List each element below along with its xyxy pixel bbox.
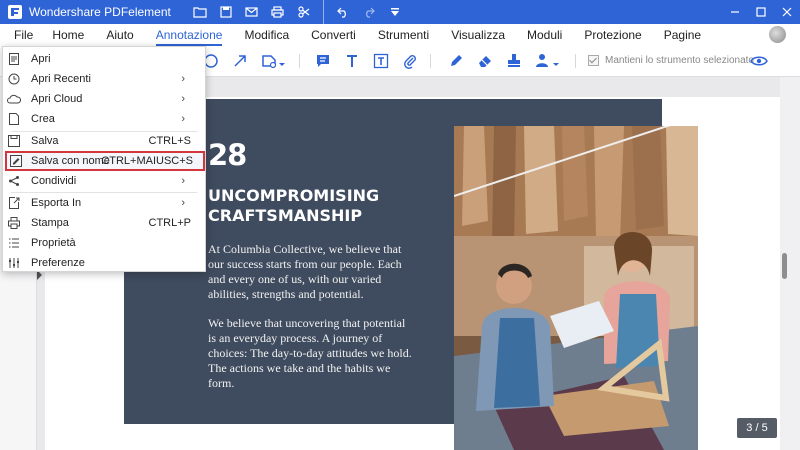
print-icon	[7, 216, 21, 230]
chevron-right-icon: ›	[181, 197, 185, 209]
file-menu-dropdown: Apri Apri Recenti › Apri Cloud › Crea › …	[2, 46, 206, 272]
menu-pages[interactable]: Pagine	[653, 24, 712, 46]
toolbar-divider	[299, 54, 300, 68]
menu-forms[interactable]: Moduli	[516, 24, 573, 46]
eye-icon[interactable]	[750, 52, 768, 70]
menu-item-print[interactable]: Stampa CTRL+P	[3, 213, 205, 233]
share-icon	[7, 174, 21, 188]
text-box-icon[interactable]	[372, 52, 390, 70]
cloud-icon	[7, 92, 21, 106]
mail-icon[interactable]	[239, 0, 265, 24]
print-icon[interactable]	[265, 0, 291, 24]
maximize-button[interactable]	[748, 0, 774, 24]
scissors-icon[interactable]	[291, 0, 317, 24]
menu-item-open-recent[interactable]: Apri Recenti ›	[3, 69, 205, 89]
attachment-icon[interactable]	[401, 52, 419, 70]
keep-tool-checkbox[interactable]	[588, 55, 599, 66]
arrow-tool-icon[interactable]	[231, 52, 249, 70]
redo-icon[interactable]	[356, 0, 382, 24]
minimize-button[interactable]	[722, 0, 748, 24]
open-folder-icon[interactable]	[187, 0, 213, 24]
menu-item-open[interactable]: Apri	[3, 49, 205, 69]
scrollbar-thumb[interactable]	[782, 253, 787, 279]
undo-icon[interactable]	[330, 0, 356, 24]
menu-bar: File Home Aiuto Annotazione Modifica Con…	[0, 24, 800, 46]
chevron-right-icon: ›	[181, 175, 185, 187]
page-heading: UNCOMPROMISING CRAFTSMANSHIP	[208, 186, 380, 225]
page-indicator: 3 / 5	[737, 418, 777, 438]
comment-icon[interactable]	[314, 52, 332, 70]
menu-home[interactable]: Home	[41, 24, 95, 46]
text-tool-icon[interactable]	[343, 52, 361, 70]
signature-dropdown-icon[interactable]	[534, 52, 560, 70]
menu-protection[interactable]: Protezione	[573, 24, 652, 46]
menu-convert[interactable]: Converti	[300, 24, 367, 46]
toolbar-divider	[575, 54, 576, 68]
shape-dropdown-icon[interactable]	[260, 52, 286, 70]
menu-file[interactable]: File	[0, 24, 41, 46]
chevron-right-icon: ›	[181, 113, 185, 125]
menu-item-preferences[interactable]: Preferenze	[3, 253, 205, 273]
pen-icon[interactable]	[447, 52, 465, 70]
menu-item-save-as[interactable]: Salva con nome CTRL+MAIUSC+S	[5, 151, 205, 171]
new-file-icon	[7, 112, 21, 126]
chevron-right-icon: ›	[181, 93, 185, 105]
menu-tools[interactable]: Strumenti	[367, 24, 440, 46]
page-paragraph-1: At Columbia Collective, we believe that …	[208, 242, 402, 301]
menu-help[interactable]: Aiuto	[95, 24, 144, 46]
menu-item-export[interactable]: Esporta In ›	[3, 193, 205, 213]
open-file-icon	[7, 52, 21, 66]
list-icon	[7, 236, 21, 250]
sliders-icon	[7, 256, 21, 270]
save-icon	[7, 134, 21, 148]
app-logo-icon	[7, 4, 23, 20]
menu-edit[interactable]: Modifica	[233, 24, 300, 46]
keep-tool-label: Mantieni lo strumento selezionato	[605, 55, 754, 66]
menu-item-save[interactable]: Salva CTRL+S	[3, 131, 205, 151]
keep-tool-option[interactable]: Mantieni lo strumento selezionato	[588, 55, 754, 66]
eraser-icon[interactable]	[476, 52, 494, 70]
save-icon[interactable]	[213, 0, 239, 24]
menu-view[interactable]: Visualizza	[440, 24, 516, 46]
export-icon	[7, 196, 21, 210]
close-button[interactable]	[774, 0, 800, 24]
page-paragraph-2: We believe that uncovering that potentia…	[208, 316, 412, 390]
menu-item-share[interactable]: Condividi ›	[3, 171, 205, 191]
menu-annotation[interactable]: Annotazione	[145, 24, 234, 46]
customize-dropdown-icon[interactable]	[382, 0, 408, 24]
save-as-icon	[9, 154, 23, 168]
toolbar-divider	[430, 54, 431, 68]
page-big-number: 28	[208, 138, 247, 172]
menu-item-open-cloud[interactable]: Apri Cloud ›	[3, 89, 205, 109]
menu-item-create[interactable]: Crea ›	[3, 109, 205, 129]
title-bar: Wondershare PDFelement	[0, 0, 800, 24]
avatar[interactable]	[769, 26, 786, 43]
app-title: Wondershare PDFelement	[29, 5, 171, 19]
clock-icon	[7, 72, 21, 86]
chevron-right-icon: ›	[181, 73, 185, 85]
page-photo	[454, 126, 698, 450]
toolbar-divider	[322, 0, 324, 24]
stamp-icon[interactable]	[505, 52, 523, 70]
menu-item-properties[interactable]: Proprietà	[3, 233, 205, 253]
